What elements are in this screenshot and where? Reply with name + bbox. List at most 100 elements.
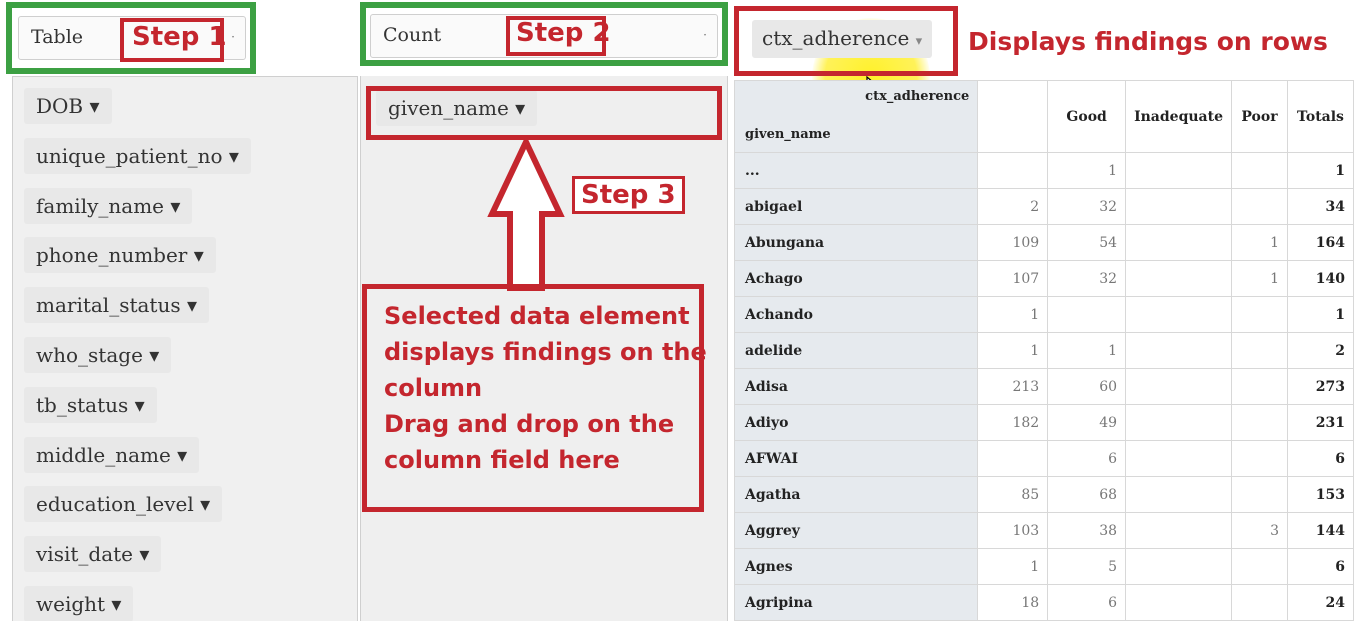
column-annotation-line: column	[384, 374, 483, 402]
column-annotation-line: Drag and drop on the	[384, 410, 675, 438]
attribute-chip[interactable]: unique_patient_no ▾	[24, 137, 251, 174]
row-total-cell: 164	[1286, 224, 1354, 261]
row-attribute-label: ctx_adherence	[762, 26, 910, 50]
row-header: Adiyo	[733, 404, 979, 441]
pivot-header-row: ctx_adherence given_name Good Inadequate…	[733, 80, 1354, 153]
aggregator-select-caret: ·	[703, 28, 707, 42]
attribute-chip[interactable]: weight ▾	[24, 586, 134, 621]
table-cell	[1125, 152, 1232, 189]
table-cell: 1	[977, 296, 1049, 333]
up-arrow-icon	[487, 138, 565, 291]
table-cell	[1125, 188, 1232, 225]
table-cell	[1231, 404, 1288, 441]
pivot-body: ... 1 1 abigael 2 32 34 Abungana 109 54 1 164 Achago…	[733, 152, 1354, 621]
table-cell: 213	[977, 368, 1049, 405]
row-header: Achando	[733, 296, 979, 333]
row-total-cell: 6	[1286, 440, 1354, 477]
table-row: Aggrey 103 38 3 144	[733, 512, 1354, 549]
pivot-corner: ctx_adherence given_name	[733, 80, 979, 153]
table-cell: 1	[977, 332, 1049, 369]
pivot-col-attr-label: ctx_adherence	[865, 89, 970, 104]
table-row: Agripina 18 6 24	[733, 584, 1354, 621]
table-row: abigael 2 32 34	[733, 188, 1354, 225]
row-total-cell: 6	[1286, 548, 1354, 585]
row-total-cell: 2	[1286, 332, 1354, 369]
attribute-chip[interactable]: DOB ▾	[24, 88, 112, 124]
table-cell	[1125, 368, 1232, 405]
table-cell	[1231, 584, 1288, 621]
row-total-cell: 1	[1286, 152, 1354, 189]
column-attribute-chip[interactable]: given_name ▾	[376, 90, 538, 126]
row-header: Aggrey	[733, 512, 979, 549]
table-cell: 32	[1047, 260, 1127, 297]
pivot-col-totals: Totals	[1286, 80, 1354, 153]
row-header: Abungana	[733, 224, 979, 261]
table-row: Adisa 213 60 273	[733, 368, 1354, 405]
table-cell	[977, 152, 1049, 189]
row-header: Agnes	[733, 548, 979, 585]
table-row: Achando 1 1	[733, 296, 1354, 333]
pivot-table: ctx_adherence given_name Good Inadequate…	[733, 80, 1354, 621]
step2-label: Step 2	[516, 18, 611, 48]
row-header: Adisa	[733, 368, 979, 405]
table-row: adelide 1 1 2	[733, 332, 1354, 369]
row-attribute-chip[interactable]: ctx_adherence ▾	[752, 20, 933, 58]
table-cell: 18	[977, 584, 1049, 621]
table-cell: 1	[1047, 332, 1127, 369]
table-cell	[1231, 368, 1288, 405]
step1-label: Step 1	[132, 22, 227, 52]
row-total-cell: 1	[1286, 296, 1354, 333]
row-header: ...	[733, 152, 979, 189]
column-annotation: Selected data element displays findings o…	[384, 298, 707, 478]
table-cell	[1125, 332, 1232, 369]
table-cell	[1231, 296, 1288, 333]
table-cell: 3	[1231, 512, 1288, 549]
row-total-cell: 140	[1286, 260, 1354, 297]
step3-label: Step 3	[572, 176, 685, 214]
column-annotation-line: column field here	[384, 446, 620, 474]
table-cell	[1125, 404, 1232, 441]
row-total-cell: 153	[1286, 476, 1354, 513]
table-cell	[1125, 260, 1232, 297]
table-cell	[1231, 332, 1288, 369]
table-cell: 5	[1047, 548, 1127, 585]
table-row: Adiyo 182 49 231	[733, 404, 1354, 441]
table-cell: 1	[1231, 224, 1288, 261]
attribute-chip[interactable]: visit_date ▾	[24, 536, 162, 573]
attribute-chip[interactable]: who_stage ▾	[24, 337, 172, 373]
table-cell	[1125, 476, 1232, 513]
renderer-select-label: Table	[31, 26, 84, 48]
attribute-chip[interactable]: middle_name ▾	[24, 436, 200, 473]
table-cell: 85	[977, 476, 1049, 513]
renderer-select-caret: ·	[231, 30, 235, 44]
row-header: abigael	[733, 188, 979, 225]
table-row: Agatha 85 68 153	[733, 476, 1354, 513]
column-annotation-line: Selected data element	[384, 302, 690, 330]
attribute-chip[interactable]: education_level ▾	[24, 486, 223, 523]
table-cell	[1047, 296, 1127, 333]
pivot-col-poor: Poor	[1231, 80, 1288, 153]
table-cell	[1231, 476, 1288, 513]
table-cell: 68	[1047, 476, 1127, 513]
table-cell	[1231, 440, 1288, 477]
column-attribute-label: given_name ▾	[388, 96, 526, 120]
row-total-cell: 34	[1286, 188, 1354, 225]
pivot-col-inadequate: Inadequate	[1125, 80, 1232, 153]
table-cell	[1125, 512, 1232, 549]
table-cell	[1231, 152, 1288, 189]
table-cell	[1125, 584, 1232, 621]
pivot-col-blank	[977, 80, 1049, 153]
attribute-chip[interactable]: phone_number ▾	[24, 237, 216, 274]
attribute-chip[interactable]: family_name ▾	[24, 187, 193, 224]
table-cell: 49	[1047, 404, 1127, 441]
table-row: ... 1 1	[733, 152, 1354, 189]
attribute-chip[interactable]: marital_status ▾	[24, 287, 210, 324]
table-cell: 109	[977, 224, 1049, 261]
row-total-cell: 144	[1286, 512, 1354, 549]
table-cell	[977, 440, 1049, 477]
table-cell: 1	[1231, 260, 1288, 297]
attribute-chip[interactable]: tb_status ▾	[24, 386, 157, 423]
aggregator-select-label: Count	[383, 24, 442, 46]
table-cell: 32	[1047, 188, 1127, 225]
table-cell: 2	[977, 188, 1049, 225]
